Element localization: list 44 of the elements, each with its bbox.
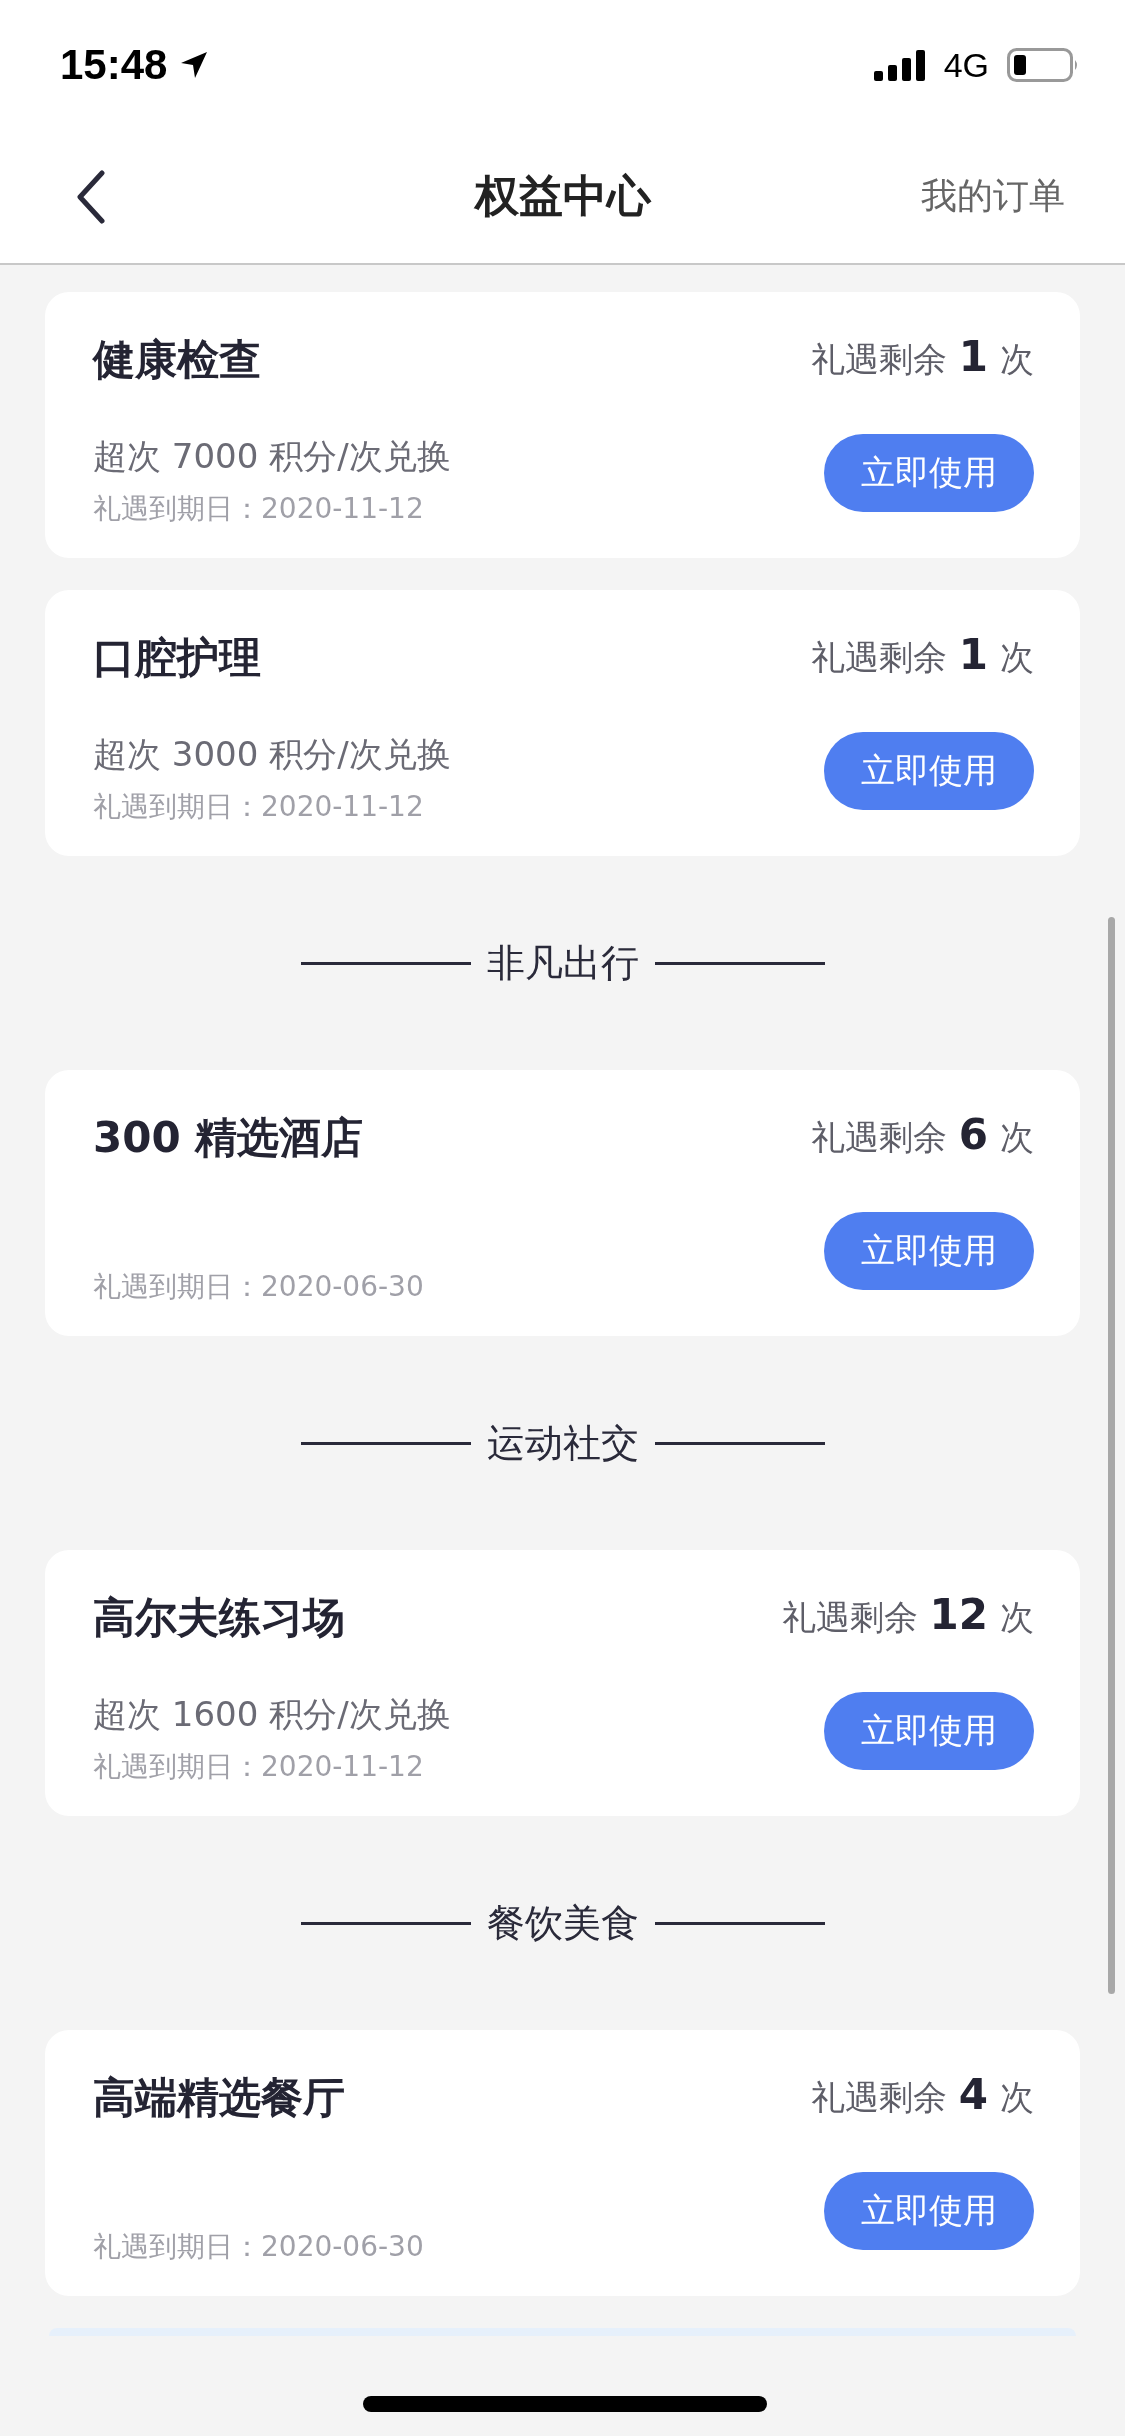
use-now-button[interactable]: 立即使用 [824,1212,1034,1290]
count-unit: 次 [1000,338,1034,381]
expiry-date: 礼遇到期日：2020-06-30 [93,1269,424,1305]
use-now-button[interactable]: 立即使用 [824,434,1034,512]
points-note: 超次 7000 积分/次兑换 [93,435,451,478]
my-orders-link[interactable]: 我的订单 [921,172,1065,221]
points-note: 超次 1600 积分/次兑换 [93,1693,451,1736]
remaining-count: 1 [958,332,988,381]
count-unit: 次 [1000,636,1034,679]
use-now-button[interactable]: 立即使用 [824,2172,1034,2250]
section-heading: 餐饮美食 [486,1899,639,1947]
expiry-date: 礼遇到期日：2020-11-12 [93,1749,425,1785]
section-heading: 运动社交 [486,1419,639,1467]
remaining-label: 礼遇剩余 [810,338,947,381]
use-now-button[interactable]: 立即使用 [824,732,1034,810]
remaining-label: 礼遇剩余 [781,1596,918,1639]
signal-icon [873,49,926,81]
benefit-title: 口腔护理 [93,632,262,684]
location-arrow-icon [179,50,210,80]
benefit-title: 健康检查 [93,334,262,386]
benefit-title: 300 精选酒店 [93,1112,365,1164]
remaining-label: 礼遇剩余 [810,1116,947,1159]
expiry-date: 礼遇到期日：2020-06-30 [93,2229,424,2265]
use-now-button[interactable]: 立即使用 [824,1692,1034,1770]
expiry-date: 礼遇到期日：2020-11-12 [93,789,425,825]
remaining-count: 1 [958,630,988,679]
expiry-date: 礼遇到期日：2020-11-12 [93,491,425,527]
back-icon[interactable] [76,169,106,224]
remaining-label: 礼遇剩余 [810,2076,947,2119]
points-note: 超次 3000 积分/次兑换 [93,733,451,776]
remaining-count: 12 [929,1590,988,1639]
benefit-title: 高端精选餐厅 [93,2072,346,2124]
count-unit: 次 [1000,1596,1034,1639]
count-unit: 次 [1000,1116,1034,1159]
count-unit: 次 [1000,2076,1034,2119]
remaining-count: 6 [958,1110,988,1159]
battery-icon [1007,48,1079,82]
section-heading: 非凡出行 [486,939,639,987]
network-label: 4G [943,45,989,85]
benefit-title: 高尔夫练习场 [93,1592,346,1644]
remaining-label: 礼遇剩余 [810,636,947,679]
page-title: 权益中心 [474,169,651,223]
status-time: 15:48 [60,41,168,89]
remaining-count: 4 [958,2070,988,2119]
